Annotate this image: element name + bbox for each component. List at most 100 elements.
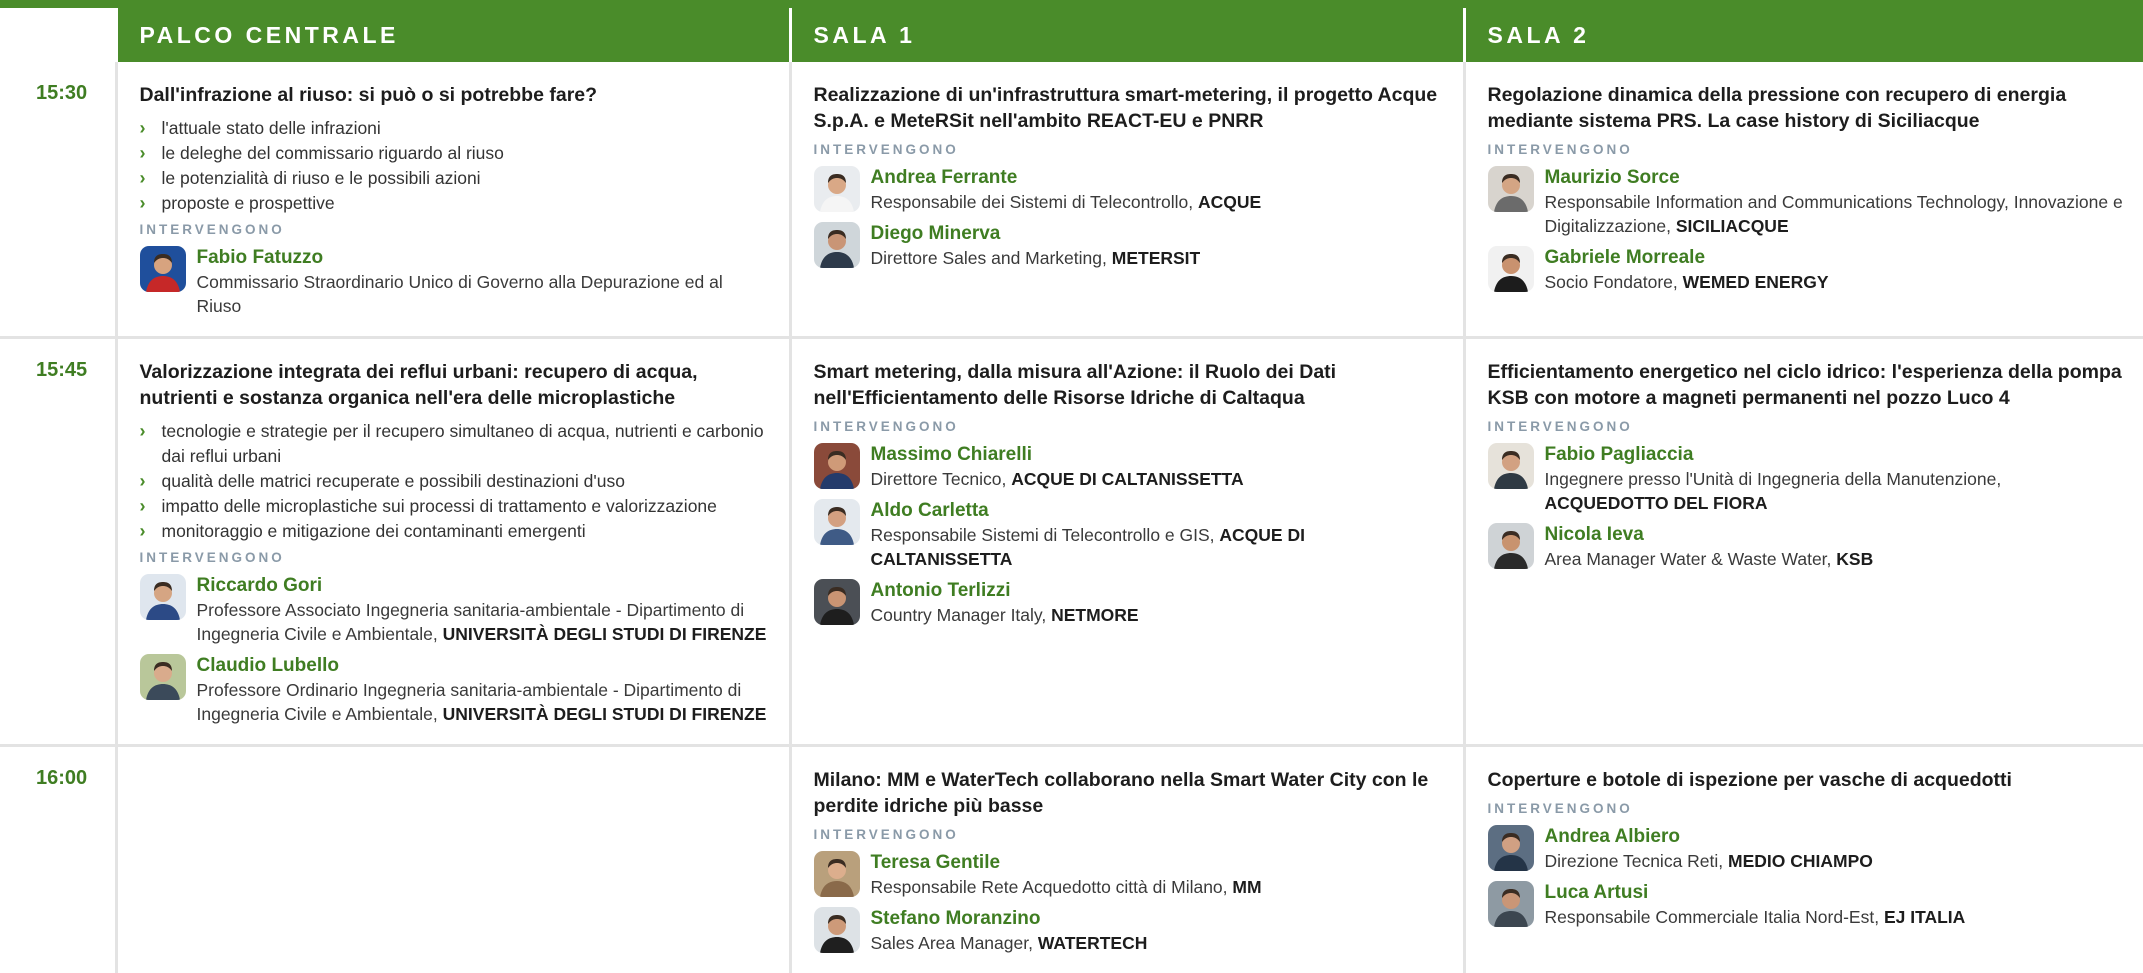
speaker-avatar bbox=[1488, 166, 1534, 212]
speaker-name: Fabio Pagliaccia bbox=[1545, 443, 2124, 467]
chevron-right-icon: › bbox=[140, 469, 146, 494]
speakers-label: INTERVENGONO bbox=[140, 550, 769, 568]
speaker-role: Ingegnere presso l'Unità di Ingegneria d… bbox=[1545, 467, 2124, 515]
speaker-info: Massimo ChiarelliDirettore Tecnico, ACQU… bbox=[871, 443, 1443, 491]
speaker-info: Teresa GentileResponsabile Rete Acquedot… bbox=[871, 851, 1443, 899]
speaker-organization: METERSIT bbox=[1112, 248, 1200, 268]
speaker-name: Massimo Chiarelli bbox=[871, 443, 1443, 467]
topic-list: › tecnologie e strategie per il recupero … bbox=[140, 419, 769, 544]
room-header-sala-1: SALA 1 bbox=[790, 8, 1464, 62]
speaker: Claudio LubelloProfessore Ordinario Inge… bbox=[140, 654, 769, 726]
topic-text: tecnologie e strategie per il recupero s… bbox=[162, 421, 764, 466]
time-slot-row: 15:30 Dall'infrazione al riuso: si può o … bbox=[0, 62, 2143, 338]
speaker-avatar bbox=[814, 222, 860, 268]
speaker: Fabio PagliacciaIngegnere presso l'Unità… bbox=[1488, 443, 2124, 515]
chevron-right-icon: › bbox=[140, 419, 146, 444]
speaker-role-text: Direttore Tecnico, bbox=[871, 469, 1007, 489]
speakers-label: INTERVENGONO bbox=[140, 222, 769, 240]
speaker-avatar bbox=[814, 579, 860, 625]
chevron-right-icon: › bbox=[140, 116, 146, 141]
speaker-name: Maurizio Sorce bbox=[1545, 166, 2124, 190]
speaker-info: Fabio FatuzzoCommissario Straordinario U… bbox=[197, 246, 769, 318]
topic-text: qualità delle matrici recuperate e possi… bbox=[162, 471, 625, 491]
chevron-right-icon: › bbox=[140, 191, 146, 216]
speaker-name: Luca Artusi bbox=[1545, 881, 2124, 905]
session-title: Valorizzazione integrata dei reflui urba… bbox=[140, 359, 769, 411]
speaker: Fabio FatuzzoCommissario Straordinario U… bbox=[140, 246, 769, 318]
speakers-label: INTERVENGONO bbox=[814, 142, 1443, 160]
speaker-role: Commissario Straordinario Unico di Gover… bbox=[197, 270, 769, 318]
speakers-label: INTERVENGONO bbox=[814, 419, 1443, 437]
speaker-organization: SICILIACQUE bbox=[1676, 216, 1789, 236]
speaker-role: Responsabile Commerciale Italia Nord-Est… bbox=[1545, 905, 2124, 929]
topic-item: › proposte e prospettive bbox=[140, 191, 769, 216]
session-cell: Efficientamento energetico nel ciclo idr… bbox=[1464, 338, 2143, 746]
speaker-avatar bbox=[814, 851, 860, 897]
speaker-info: Luca ArtusiResponsabile Commerciale Ital… bbox=[1545, 881, 2124, 929]
speaker-role-text: Direttore Sales and Marketing, bbox=[871, 248, 1107, 268]
speaker: Maurizio SorceResponsabile Information a… bbox=[1488, 166, 2124, 238]
session-title: Regolazione dinamica della pressione con… bbox=[1488, 82, 2124, 134]
speaker: Antonio TerlizziCountry Manager Italy, N… bbox=[814, 579, 1443, 627]
speaker-avatar bbox=[814, 443, 860, 489]
top-accent-bar bbox=[0, 0, 2143, 8]
speaker-role: Professore Associato Ingegneria sanitari… bbox=[197, 598, 769, 646]
speaker-role-text: Direzione Tecnica Reti, bbox=[1545, 851, 1724, 871]
speaker-avatar bbox=[1488, 825, 1534, 871]
topic-text: impatto delle microplastiche sui process… bbox=[162, 496, 717, 516]
chevron-right-icon: › bbox=[140, 141, 146, 166]
time-slot-label: 15:30 bbox=[0, 62, 116, 338]
speaker-info: Diego MinervaDirettore Sales and Marketi… bbox=[871, 222, 1443, 270]
speaker-avatar bbox=[814, 499, 860, 545]
agenda-table: PALCO CENTRALE SALA 1 SALA 2 15:30Dall'i… bbox=[0, 8, 2143, 973]
speaker: Stefano MoranzinoSales Area Manager, WAT… bbox=[814, 907, 1443, 955]
speaker-name: Teresa Gentile bbox=[871, 851, 1443, 875]
speaker-role: Responsabile Rete Acquedotto città di Mi… bbox=[871, 875, 1443, 899]
session-title: Dall'infrazione al riuso: si può o si po… bbox=[140, 82, 769, 108]
session-title: Realizzazione di un'infrastruttura smart… bbox=[814, 82, 1443, 134]
speaker-info: Gabriele MorrealeSocio Fondatore, WEMED … bbox=[1545, 246, 2124, 294]
speaker-name: Riccardo Gori bbox=[197, 574, 769, 598]
speaker-role-text: Socio Fondatore, bbox=[1545, 272, 1678, 292]
speaker-role: Sales Area Manager, WATERTECH bbox=[871, 931, 1443, 955]
speaker-name: Aldo Carletta bbox=[871, 499, 1443, 523]
speaker-organization: WEMED ENERGY bbox=[1683, 272, 1829, 292]
topic-text: proposte e prospettive bbox=[162, 193, 335, 213]
speakers-label: INTERVENGONO bbox=[1488, 801, 2124, 819]
session-title: Efficientamento energetico nel ciclo idr… bbox=[1488, 359, 2124, 411]
speaker-organization: ACQUE bbox=[1198, 192, 1261, 212]
speaker-role: Professore Ordinario Ingegneria sanitari… bbox=[197, 678, 769, 726]
speaker-role: Direzione Tecnica Reti, MEDIO CHIAMPO bbox=[1545, 849, 2124, 873]
session-title: Smart metering, dalla misura all'Azione:… bbox=[814, 359, 1443, 411]
header-corner bbox=[0, 8, 116, 62]
speaker-avatar bbox=[814, 166, 860, 212]
speaker-avatar bbox=[140, 574, 186, 620]
chevron-right-icon: › bbox=[140, 166, 146, 191]
speaker-organization: ACQUE DI CALTANISSETTA bbox=[1011, 469, 1243, 489]
speaker-info: Andrea FerranteResponsabile dei Sistemi … bbox=[871, 166, 1443, 214]
speaker: Massimo ChiarelliDirettore Tecnico, ACQU… bbox=[814, 443, 1443, 491]
speaker-avatar bbox=[140, 654, 186, 700]
session-title: Milano: MM e WaterTech collaborano nella… bbox=[814, 767, 1443, 819]
speaker-avatar bbox=[1488, 246, 1534, 292]
speaker-avatar bbox=[140, 246, 186, 292]
speaker: Riccardo GoriProfessore Associato Ingegn… bbox=[140, 574, 769, 646]
time-slot-label: 16:00 bbox=[0, 746, 116, 973]
speaker-role: Direttore Sales and Marketing, METERSIT bbox=[871, 246, 1443, 270]
session-title: Coperture e botole di ispezione per vasc… bbox=[1488, 767, 2124, 793]
speaker: Gabriele MorrealeSocio Fondatore, WEMED … bbox=[1488, 246, 2124, 294]
speaker-organization: MEDIO CHIAMPO bbox=[1728, 851, 1873, 871]
speaker: Andrea FerranteResponsabile dei Sistemi … bbox=[814, 166, 1443, 214]
speaker-avatar bbox=[814, 907, 860, 953]
speakers-label: INTERVENGONO bbox=[814, 827, 1443, 845]
topic-list: ›l'attuale stato delle infrazioni›le del… bbox=[140, 116, 769, 216]
speaker-info: Stefano MoranzinoSales Area Manager, WAT… bbox=[871, 907, 1443, 955]
speaker-organization: ACQUEDOTTO DEL FIORA bbox=[1545, 493, 1768, 513]
speaker-organization: MM bbox=[1232, 877, 1261, 897]
speaker-avatar bbox=[1488, 523, 1534, 569]
speaker-role-text: Responsabile dei Sistemi di Telecontroll… bbox=[871, 192, 1194, 212]
topic-item: › tecnologie e strategie per il recupero … bbox=[140, 419, 769, 469]
speaker-info: Claudio LubelloProfessore Ordinario Inge… bbox=[197, 654, 769, 726]
speaker-info: Nicola IevaArea Manager Water & Waste Wa… bbox=[1545, 523, 2124, 571]
speaker-role: Responsabile Sistemi di Telecontrollo e … bbox=[871, 523, 1443, 571]
